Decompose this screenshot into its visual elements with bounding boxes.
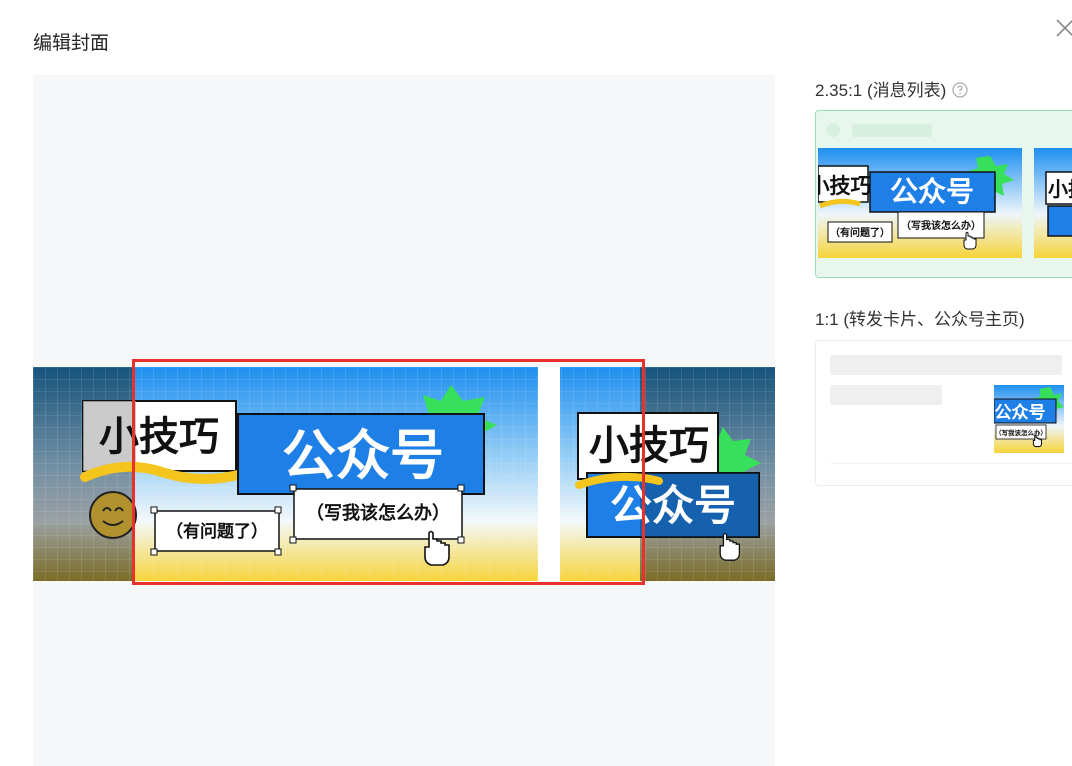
smiley-sticker	[89, 491, 137, 539]
ratio-11-label: 1:1 (转发卡片、公众号主页)	[815, 310, 1025, 329]
preview-tag-text: 小技巧	[818, 175, 872, 198]
ratio-235-label: 2.35:1 (消息列表)	[815, 76, 968, 103]
cover-editor-canvas[interactable]: 小技巧 公众号 （有问题了） （写我该怎么办） 小技巧 公众号	[33, 75, 775, 766]
preview-11-headline-text: 公众号	[995, 402, 1046, 422]
preview-headline-text: 公众号	[890, 176, 974, 207]
ratio-235-label-text: 2.35:1 (消息列表)	[815, 81, 947, 100]
preview-11-thumbnail: 公众号 （写我该怎么办）	[994, 385, 1064, 453]
close-button[interactable]	[1054, 17, 1072, 39]
preview-sub-right-text: （写我该怎么办）	[901, 219, 981, 232]
close-icon	[1056, 19, 1072, 37]
dialog-title: 编辑封面	[33, 33, 110, 54]
preview-235-thumbnail: 小技巧 公众号 （有问题了） （写我该怎么办） 小技巧	[818, 148, 1072, 258]
crop-selection-box[interactable]	[132, 359, 645, 585]
help-circle-icon[interactable]	[952, 82, 968, 103]
preview-sub-left-text: （有问题了）	[830, 226, 890, 239]
preview-11-sub-text: （写我该怎么办）	[995, 428, 1047, 437]
preview-copy-tag-text: 小技巧	[1048, 177, 1072, 201]
preview-ratio-235[interactable]: 小技巧 公众号 （有问题了） （写我该怎么办） 小技巧	[815, 110, 1072, 278]
preview-ratio-11[interactable]: 公众号 （写我该怎么办）	[815, 340, 1072, 486]
